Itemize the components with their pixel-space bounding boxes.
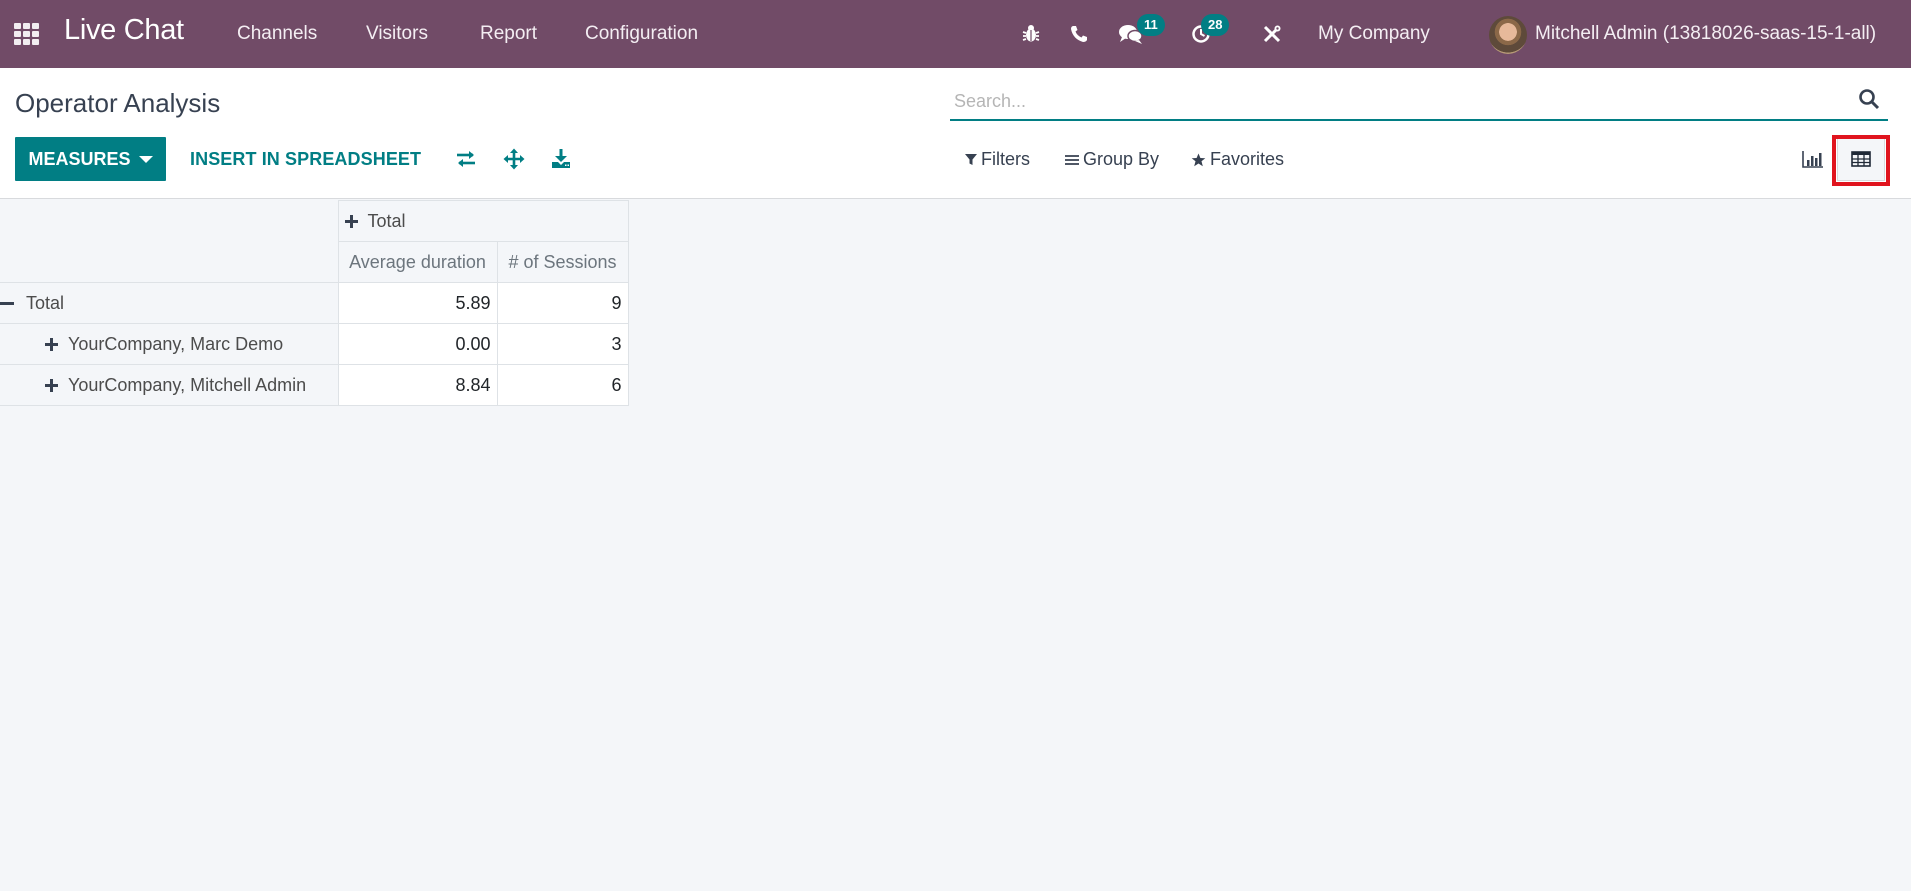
cell-sessions[interactable]: 6 [496,364,629,406]
pivot-corner [0,200,339,283]
insert-in-spreadsheet-button[interactable]: INSERT IN SPREADSHEET [190,149,421,170]
group-by-button[interactable]: Group By [1065,149,1159,170]
cell-average-duration[interactable]: 0.00 [337,323,498,365]
row-label: Total [26,292,65,313]
page-title: Operator Analysis [15,88,221,118]
row-header-marc-demo[interactable]: YourCompany, Marc Demo [0,323,339,365]
cell-sessions[interactable]: 9 [496,282,629,324]
plus-icon [45,379,58,393]
filters-button[interactable]: Filters [965,149,1030,170]
group-by-label: Group By [1083,149,1160,169]
menu-report[interactable]: Report [480,23,537,45]
plus-icon [344,215,358,229]
bar-chart-icon [1802,151,1823,168]
top-navbar: Live Chat Channels Visitors Report Confi… [0,0,1911,68]
search-icon[interactable] [1858,88,1882,112]
tools-icon[interactable] [1260,22,1284,46]
activities-count-badge: 28 [1201,14,1230,36]
favorites-button[interactable]: Favorites [1191,149,1284,170]
favorites-label: Favorites [1210,149,1285,169]
pivot-view-button[interactable] [1837,137,1885,181]
flip-axis-icon[interactable] [453,146,479,172]
app-title[interactable]: Live Chat [64,14,184,47]
caret-down-icon [138,155,153,163]
measures-label: MEASURES [28,148,131,169]
apps-grid-icon[interactable] [14,23,40,45]
row-header-mitchell-admin[interactable]: YourCompany, Mitchell Admin [0,364,339,406]
cell-average-duration[interactable]: 5.89 [337,282,498,324]
download-icon[interactable] [548,146,574,172]
company-switcher[interactable]: My Company [1318,23,1430,45]
star-icon [1191,153,1206,166]
table-row: YourCompany, Mitchell Admin 8.84 6 [0,364,629,406]
menu-visitors[interactable]: Visitors [366,23,428,45]
expand-all-icon[interactable] [501,146,527,172]
pivot-header-row: Total [0,200,629,283]
phone-icon[interactable] [1068,22,1090,46]
bug-icon[interactable] [1020,22,1042,46]
row-label: YourCompany, Marc Demo [68,333,284,354]
column-group-header[interactable]: Total [337,200,629,242]
graph-view-button[interactable] [1789,137,1837,181]
menu-channels[interactable]: Channels [237,23,317,45]
cell-average-duration[interactable]: 8.84 [337,364,498,406]
messages-count-badge: 11 [1137,14,1165,36]
minus-icon [0,297,14,310]
column-group-label: Total [367,210,406,231]
plus-icon [45,338,58,352]
filters-label: Filters [981,149,1030,169]
user-menu[interactable]: Mitchell Admin (13818026-saas-15-1-all) [1535,23,1876,45]
list-icon [1065,154,1079,165]
filter-icon [965,154,977,165]
table-row: YourCompany, Marc Demo 0.00 3 [0,323,629,365]
measure-header-sessions[interactable]: # of Sessions [496,241,629,283]
row-header-total[interactable]: Total [0,282,339,324]
table-icon [1851,151,1871,167]
search-bar [950,81,1888,121]
cell-sessions[interactable]: 3 [496,323,629,365]
pivot-table: Total Average duration # of Sessions Tot… [0,200,629,406]
row-label: YourCompany, Mitchell Admin [68,374,307,395]
search-input[interactable] [954,87,1834,115]
measures-button[interactable]: MEASURES [15,137,166,181]
measure-header-average-duration[interactable]: Average duration [337,241,498,283]
table-row: Total 5.89 9 [0,282,629,324]
menu-configuration[interactable]: Configuration [585,23,698,45]
user-avatar[interactable] [1489,16,1527,54]
control-panel: Operator Analysis MEASURES INSERT IN SPR… [0,68,1911,199]
